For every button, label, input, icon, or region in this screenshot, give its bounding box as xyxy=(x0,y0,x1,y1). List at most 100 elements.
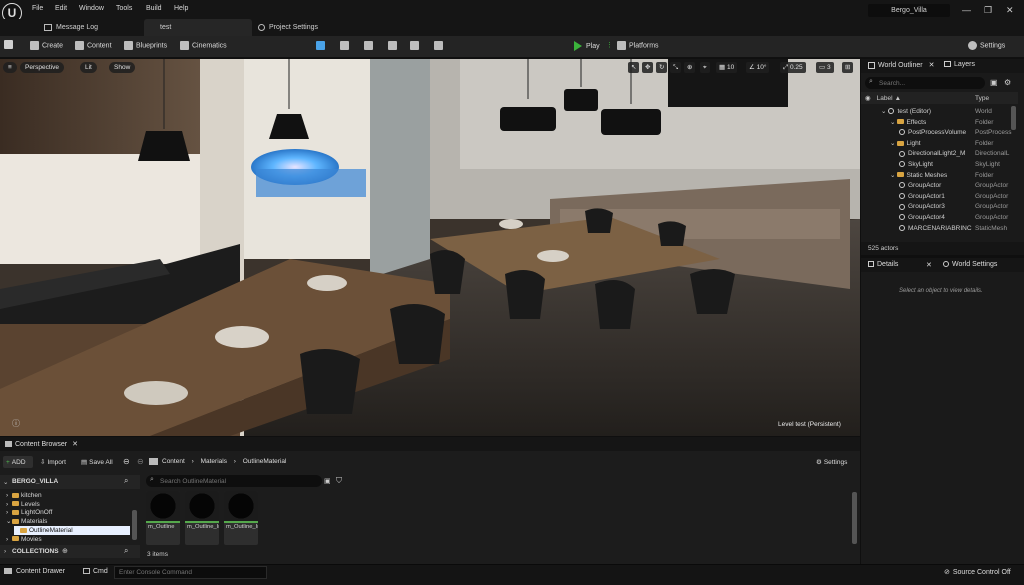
outliner-row[interactable]: PostProcessVolume PostProcess xyxy=(861,128,1017,139)
lit-button[interactable]: Lit xyxy=(80,62,97,73)
source-control-button[interactable]: ⊘ Source Control Off xyxy=(944,568,1011,576)
save-icon[interactable] xyxy=(4,40,16,49)
folder-tree-item[interactable]: › Movies xyxy=(6,535,130,544)
outliner-row[interactable]: ⌄ Effects Folder xyxy=(861,118,1017,129)
tab-layers[interactable]: Layers xyxy=(944,61,975,68)
select-mode-icon[interactable] xyxy=(316,41,328,50)
column-label[interactable]: Label xyxy=(877,95,893,102)
outliner-row[interactable]: GroupActor GroupActor xyxy=(861,181,1017,192)
cmd-button[interactable]: Cmd xyxy=(83,568,108,575)
menu-help[interactable]: Help xyxy=(174,5,188,12)
console-command-field[interactable] xyxy=(114,566,267,579)
create-button[interactable]: Create xyxy=(30,41,63,50)
asset-search-input[interactable] xyxy=(160,475,310,487)
tab-details[interactable]: Details xyxy=(868,261,898,268)
settings-button[interactable]: Settings xyxy=(968,41,1005,50)
content-button[interactable]: Content xyxy=(75,41,112,50)
level-viewport[interactable] xyxy=(0,59,860,436)
console-command-input[interactable] xyxy=(119,567,264,578)
import-button[interactable]: ⇩ Import xyxy=(40,458,66,466)
maximize-viewport-icon[interactable]: ⊞ xyxy=(842,62,854,73)
world-space-icon[interactable]: ⊕ xyxy=(684,62,696,73)
add-button[interactable]: + ADD xyxy=(3,456,33,468)
menu-file[interactable]: File xyxy=(32,5,43,12)
save-all-button[interactable]: ▤ Save All xyxy=(81,458,113,466)
menu-window[interactable]: Window xyxy=(79,5,104,12)
translate-tool-icon[interactable]: ✥ xyxy=(642,62,654,73)
asset-tile[interactable]: m_Outline xyxy=(146,491,180,545)
play-button[interactable]: Play xyxy=(574,41,600,51)
landscape-mode-icon[interactable] xyxy=(340,41,352,50)
outliner-search-field[interactable]: ⌕ xyxy=(865,77,985,89)
close-icon[interactable]: ✕ xyxy=(926,261,932,269)
filter-icon[interactable]: ⛉ xyxy=(336,476,342,486)
chevron-down-icon[interactable]: ⌄ xyxy=(890,172,895,179)
menu-build[interactable]: Build xyxy=(146,5,162,12)
surface-snap-icon[interactable]: ⌖ xyxy=(700,62,710,73)
chevron-down-icon[interactable]: ⌄ xyxy=(890,140,895,147)
fracture-mode-icon[interactable] xyxy=(410,41,422,50)
visibility-icon[interactable]: ◉ xyxy=(865,94,871,102)
show-button[interactable]: Show xyxy=(109,62,136,73)
folder-tree-item[interactable]: › LightOnOff xyxy=(6,508,130,517)
folder-tree-item[interactable]: › Levels xyxy=(6,500,130,509)
outliner-row[interactable]: SkyLight SkyLight xyxy=(861,160,1017,171)
platforms-button[interactable]: Platforms xyxy=(617,41,659,50)
outliner-row[interactable]: MARCENARIABRINC StaticMesh xyxy=(861,224,1017,235)
asset-tile[interactable]: m_Outline_Inst1 xyxy=(224,491,258,545)
outliner-row[interactable]: GroupActor1 GroupActor xyxy=(861,192,1017,203)
chevron-down-icon[interactable]: ⌄ xyxy=(890,119,895,126)
asset-search-field[interactable]: ⌕ xyxy=(146,475,322,487)
select-tool-icon[interactable]: ↖ xyxy=(628,62,640,73)
mesh-paint-mode-icon[interactable] xyxy=(388,41,400,50)
outliner-row[interactable]: ⌄ Light Folder xyxy=(861,139,1017,150)
asset-grid-scrollbar[interactable] xyxy=(852,492,857,544)
gear-icon[interactable]: ⚙ xyxy=(1004,78,1011,87)
camera-speed-value[interactable]: ▭ 3 xyxy=(816,62,834,73)
menu-tools[interactable]: Tools xyxy=(116,5,132,12)
help-icon[interactable]: ⓘ xyxy=(12,418,20,429)
close-icon[interactable]: ✕ xyxy=(1006,5,1014,16)
foliage-mode-icon[interactable] xyxy=(364,41,376,50)
folder-tree-scrollbar[interactable] xyxy=(132,510,137,540)
menu-edit[interactable]: Edit xyxy=(55,5,67,12)
rotation-snap-value[interactable]: ∠ 10° xyxy=(746,62,770,73)
asset-tile[interactable]: m_Outline_Inst xyxy=(185,491,219,545)
breadcrumb-item-materials[interactable]: Materials xyxy=(201,458,227,465)
viewport-options-icon[interactable]: ≡ xyxy=(3,62,17,73)
scale-snap-value[interactable]: ⤢ 0.25 xyxy=(780,62,806,73)
scale-tool-icon[interactable]: ⤡ xyxy=(670,62,682,73)
modeling-mode-icon[interactable] xyxy=(434,41,446,50)
add-folder-icon[interactable]: ▣ xyxy=(990,78,998,87)
close-icon[interactable]: ✕ xyxy=(929,62,935,69)
cb-settings-button[interactable]: ⚙ Settings xyxy=(816,458,847,466)
play-options-icon[interactable]: ⋮ xyxy=(606,41,613,49)
blueprints-button[interactable]: Blueprints xyxy=(124,41,167,50)
breadcrumb-item-outlinematerial[interactable]: OutlineMaterial xyxy=(243,458,287,465)
folder-tree-item[interactable]: OutlineMaterial xyxy=(14,525,130,535)
grid-snap-value[interactable]: ▦ 10 xyxy=(716,62,738,73)
outliner-row[interactable]: ⌄ Static Meshes Folder xyxy=(861,171,1017,182)
outliner-search-input[interactable] xyxy=(879,77,979,89)
close-icon[interactable]: ✕ xyxy=(72,441,78,448)
content-drawer-button[interactable]: Content Drawer xyxy=(4,568,65,575)
tab-content-browser[interactable]: Content Browser ✕ xyxy=(5,440,78,448)
add-collection-icon[interactable]: ⊕ xyxy=(62,547,68,555)
tab-message-log[interactable]: Message Log xyxy=(30,19,142,36)
column-type[interactable]: Type xyxy=(975,95,989,102)
tab-project-settings[interactable]: Project Settings xyxy=(254,19,364,36)
forward-icon[interactable]: ⊖ xyxy=(137,457,144,466)
rotate-tool-icon[interactable]: ↻ xyxy=(656,62,668,73)
search-icon[interactable]: ⌕ xyxy=(124,476,128,486)
project-root-row[interactable]: ⌄ BERGO_VILLA ⌕ xyxy=(0,475,140,489)
tab-world-settings[interactable]: World Settings xyxy=(943,261,997,268)
search-icon[interactable]: ⌕ xyxy=(124,546,128,556)
save-search-icon[interactable]: ▣ xyxy=(324,477,331,485)
outliner-row[interactable]: GroupActor3 GroupActor xyxy=(861,202,1017,213)
breadcrumb-item-content[interactable]: Content xyxy=(162,458,185,465)
collections-row[interactable]: › COLLECTIONS ⊕ ⌕ xyxy=(0,545,140,558)
folder-tree-item[interactable]: › kitchen xyxy=(6,491,130,500)
outliner-row[interactable]: DirectionalLight2_M DirectionalL xyxy=(861,149,1017,160)
folder-tree-item[interactable]: ⌄ Materials xyxy=(6,517,130,526)
tab-test[interactable]: test xyxy=(144,19,252,36)
